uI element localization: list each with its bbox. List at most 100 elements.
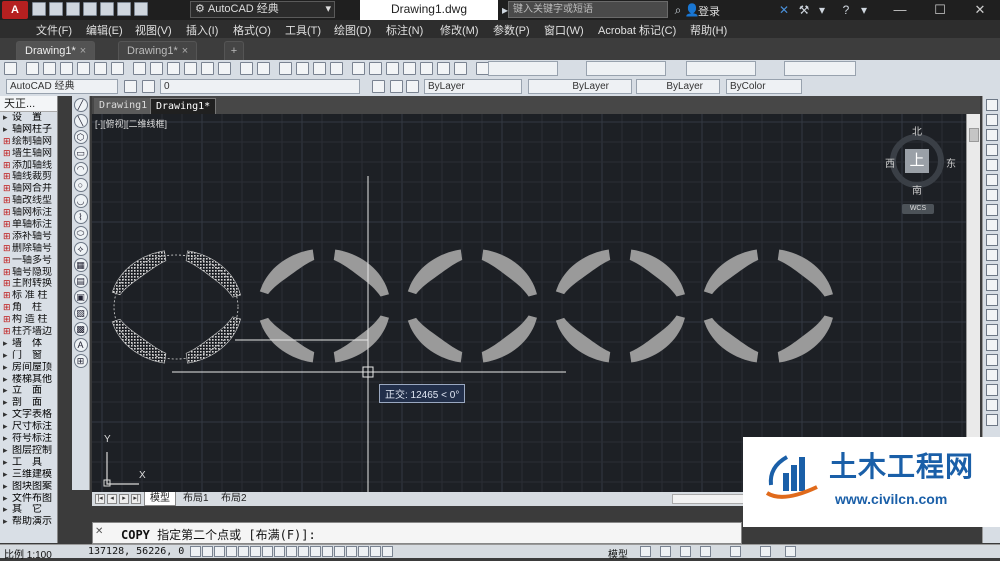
modify-tool-icon[interactable]	[985, 414, 998, 426]
gradient-icon[interactable]: ▩	[73, 322, 88, 336]
status-tool-icon[interactable]	[640, 546, 651, 557]
drawing-canvas[interactable]: [-][俯视][二维线框] 上 北 南 西 东 WCS 正交: 12465 < …	[92, 114, 966, 492]
panel-command-item[interactable]: ⊞轴号隐现	[0, 267, 57, 279]
command-line[interactable]: ✕ COPY 指定第二个点或 [布满(F)]:	[92, 522, 742, 544]
status-tool-icon[interactable]	[680, 546, 691, 557]
workspace-select[interactable]: AutoCAD 经典	[6, 79, 118, 94]
doc-tab-1[interactable]: Drawing1* ×	[16, 41, 96, 60]
menu-modify[interactable]: 修改(M)	[440, 22, 479, 38]
modify-tool-icon[interactable]	[985, 354, 998, 366]
login-button[interactable]: 登录	[698, 3, 720, 19]
doc-tab-2[interactable]: Drawing1* ×	[118, 41, 198, 60]
make-block-icon[interactable]: ▤	[73, 274, 88, 288]
redo-icon[interactable]	[257, 62, 270, 75]
sheet-set-icon[interactable]	[403, 62, 416, 75]
panel-section-item[interactable]: ▸ 文件布图	[0, 493, 57, 505]
layer-state-icon[interactable]	[406, 80, 419, 93]
modify-tool-icon[interactable]	[985, 399, 998, 411]
insert-block-icon[interactable]: ▦	[73, 258, 88, 272]
tab-layout1[interactable]: 布局1	[178, 492, 214, 506]
status-tool-icon[interactable]	[660, 546, 671, 557]
panel-section-item[interactable]: ▸ 轴网柱子	[0, 124, 57, 136]
panel-command-item[interactable]: ⊞删除轴号	[0, 243, 57, 255]
drafting-setting-toggle-icon[interactable]	[214, 546, 225, 557]
line-icon[interactable]: ╱	[73, 98, 88, 112]
viewport-controls[interactable]: [-][俯视][二维线框]	[95, 117, 167, 130]
panel-section-item[interactable]: ▸ 尺寸标注	[0, 421, 57, 433]
drawing-tab-1[interactable]: Drawing1	[94, 98, 153, 114]
drafting-setting-toggle-icon[interactable]	[238, 546, 249, 557]
table-style-select[interactable]	[686, 61, 756, 76]
panel-section-item[interactable]: ▸ 图层控制	[0, 445, 57, 457]
menu-edit[interactable]: 编辑(E)	[86, 22, 123, 38]
panel-command-item[interactable]: ⊞轴线裁剪	[0, 171, 57, 183]
model-space-toggle[interactable]: 模型	[608, 546, 628, 561]
ring-segment[interactable]	[259, 249, 315, 295]
drafting-setting-toggle-icon[interactable]	[346, 546, 357, 557]
panel-command-item[interactable]: ⊞绘制轴网	[0, 136, 57, 148]
annotation-scale[interactable]: 比例 1:100	[4, 546, 52, 561]
ring-segment[interactable]	[629, 249, 685, 297]
modify-tool-icon[interactable]	[985, 234, 998, 246]
modify-tool-icon[interactable]	[985, 159, 998, 171]
panel-section-item[interactable]: ▸ 其 它	[0, 504, 57, 516]
last-layout-icon[interactable]: ▸|	[131, 494, 141, 504]
ring-segment[interactable]	[111, 318, 167, 364]
status-tool-icon[interactable]	[700, 546, 711, 557]
tool-palette-icon[interactable]	[386, 62, 399, 75]
circle-icon[interactable]: ○	[73, 178, 88, 192]
markup-icon[interactable]	[420, 62, 433, 75]
panel-command-item[interactable]: ⊞墙生轴网	[0, 148, 57, 160]
modify-tool-icon[interactable]	[985, 219, 998, 231]
modify-tool-icon[interactable]	[985, 114, 998, 126]
scrollbar-thumb[interactable]	[969, 128, 979, 142]
construction-line-icon[interactable]: ╲	[73, 114, 88, 128]
drafting-setting-toggle-icon[interactable]	[358, 546, 369, 557]
ring-segment[interactable]	[185, 316, 241, 364]
search-input[interactable]: 键入关键字或短语	[508, 1, 668, 18]
polyline-icon[interactable]: ⬡	[73, 130, 88, 144]
tab-model[interactable]: 模型	[144, 492, 176, 506]
gear-icon[interactable]	[124, 80, 137, 93]
dim-style-select[interactable]	[586, 61, 666, 76]
drafting-setting-toggle-icon[interactable]	[298, 546, 309, 557]
ring-segment[interactable]	[703, 249, 759, 295]
menu-tools[interactable]: 工具(T)	[285, 22, 321, 38]
rectangle-icon[interactable]: ▭	[73, 146, 88, 160]
ring-segment[interactable]	[481, 249, 537, 297]
new-file-icon[interactable]	[32, 2, 46, 16]
ring-segment[interactable]	[777, 249, 833, 297]
plot-icon[interactable]	[77, 62, 90, 75]
panel-command-item[interactable]: ⊞角 柱	[0, 302, 57, 314]
new-tab-button[interactable]: +	[224, 41, 244, 60]
menu-help[interactable]: 帮助(H)	[690, 22, 727, 38]
save-as-icon[interactable]	[83, 2, 97, 16]
drafting-setting-toggle-icon[interactable]	[226, 546, 237, 557]
print-icon[interactable]	[100, 2, 114, 16]
panel-command-item[interactable]: ⊞构 造 柱	[0, 314, 57, 326]
calculator-icon[interactable]	[437, 62, 450, 75]
panel-command-item[interactable]: ⊞轴网标注	[0, 207, 57, 219]
status-tool-icon[interactable]	[730, 546, 741, 557]
panel-section-item[interactable]: ▸ 楼梯其他	[0, 374, 57, 386]
ring-segment[interactable]	[111, 250, 167, 296]
layer-select[interactable]: 0	[160, 79, 360, 94]
match-icon[interactable]	[201, 62, 214, 75]
panel-command-item[interactable]: ⊞柱齐墙边	[0, 326, 57, 338]
drafting-setting-toggle-icon[interactable]	[250, 546, 261, 557]
ring-segment[interactable]	[407, 249, 463, 295]
panel-command-item[interactable]: ⊞主附转换	[0, 278, 57, 290]
save-icon[interactable]	[60, 62, 73, 75]
point-icon[interactable]: ▣	[73, 290, 88, 304]
modify-tool-icon[interactable]	[985, 249, 998, 261]
panel-command-item[interactable]: ⊞一轴多号	[0, 255, 57, 267]
ring-segment[interactable]	[185, 250, 241, 298]
mtext-icon[interactable]: A	[73, 338, 88, 352]
close-icon[interactable]: ×	[182, 45, 188, 57]
undo-icon[interactable]	[117, 2, 131, 16]
next-layout-icon[interactable]: ▸	[119, 494, 129, 504]
paste-icon[interactable]	[184, 62, 197, 75]
multileader-style-select[interactable]	[784, 61, 856, 76]
vertical-scrollbar[interactable]	[966, 114, 980, 492]
menu-insert[interactable]: 插入(I)	[186, 22, 218, 38]
